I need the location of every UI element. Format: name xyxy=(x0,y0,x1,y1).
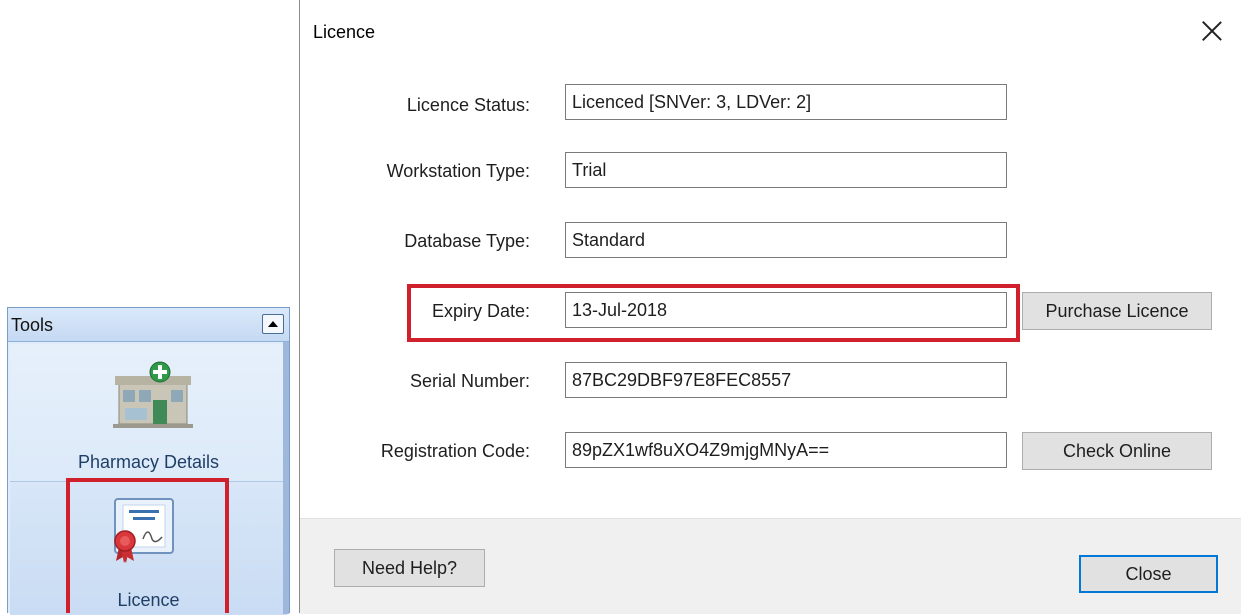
tools-panel-scrollbar[interactable] xyxy=(283,342,289,614)
check-online-button[interactable]: Check Online xyxy=(1022,432,1212,470)
licence-status-label: Licence Status: xyxy=(406,95,530,115)
close-button[interactable]: Close xyxy=(1079,555,1218,593)
need-help-button[interactable]: Need Help? xyxy=(334,549,485,587)
close-icon[interactable] xyxy=(1199,18,1225,44)
database-type-field[interactable]: Standard xyxy=(565,222,1007,258)
tool-item-pharmacy-details[interactable]: Pharmacy Details xyxy=(10,344,287,472)
licence-dialog: Licence Licence Status: Licenced [SNVer:… xyxy=(299,0,1241,614)
workstation-type-label: Workstation Type: xyxy=(386,161,530,181)
dialog-titlebar: Licence xyxy=(300,0,1241,62)
dialog-footer: Need Help? Close xyxy=(300,518,1241,614)
pharmacy-building-icon xyxy=(113,361,193,428)
expiry-date-highlight xyxy=(407,284,1020,342)
registration-code-field[interactable]: 89pZX1wf8uXO4Z9mjgMNyA== xyxy=(565,432,1007,468)
collapse-up-button[interactable] xyxy=(262,314,284,334)
tools-panel-title: Tools xyxy=(11,315,54,335)
serial-number-field[interactable]: 87BC29DBF97E8FEC8557 xyxy=(565,362,1007,398)
tool-item-label: Pharmacy Details xyxy=(77,452,220,472)
workstation-type-field[interactable]: Trial xyxy=(565,152,1007,188)
dialog-title: Licence xyxy=(313,22,376,42)
purchase-licence-button[interactable]: Purchase Licence xyxy=(1022,292,1212,330)
database-type-label: Database Type: xyxy=(404,231,530,251)
serial-number-label: Serial Number: xyxy=(409,371,530,391)
licence-item-highlight xyxy=(66,478,229,613)
registration-code-label: Registration Code: xyxy=(380,441,530,461)
licence-status-field[interactable]: Licenced [SNVer: 3, LDVer: 2] xyxy=(565,84,1007,120)
tools-panel-header: Tools xyxy=(8,308,289,342)
